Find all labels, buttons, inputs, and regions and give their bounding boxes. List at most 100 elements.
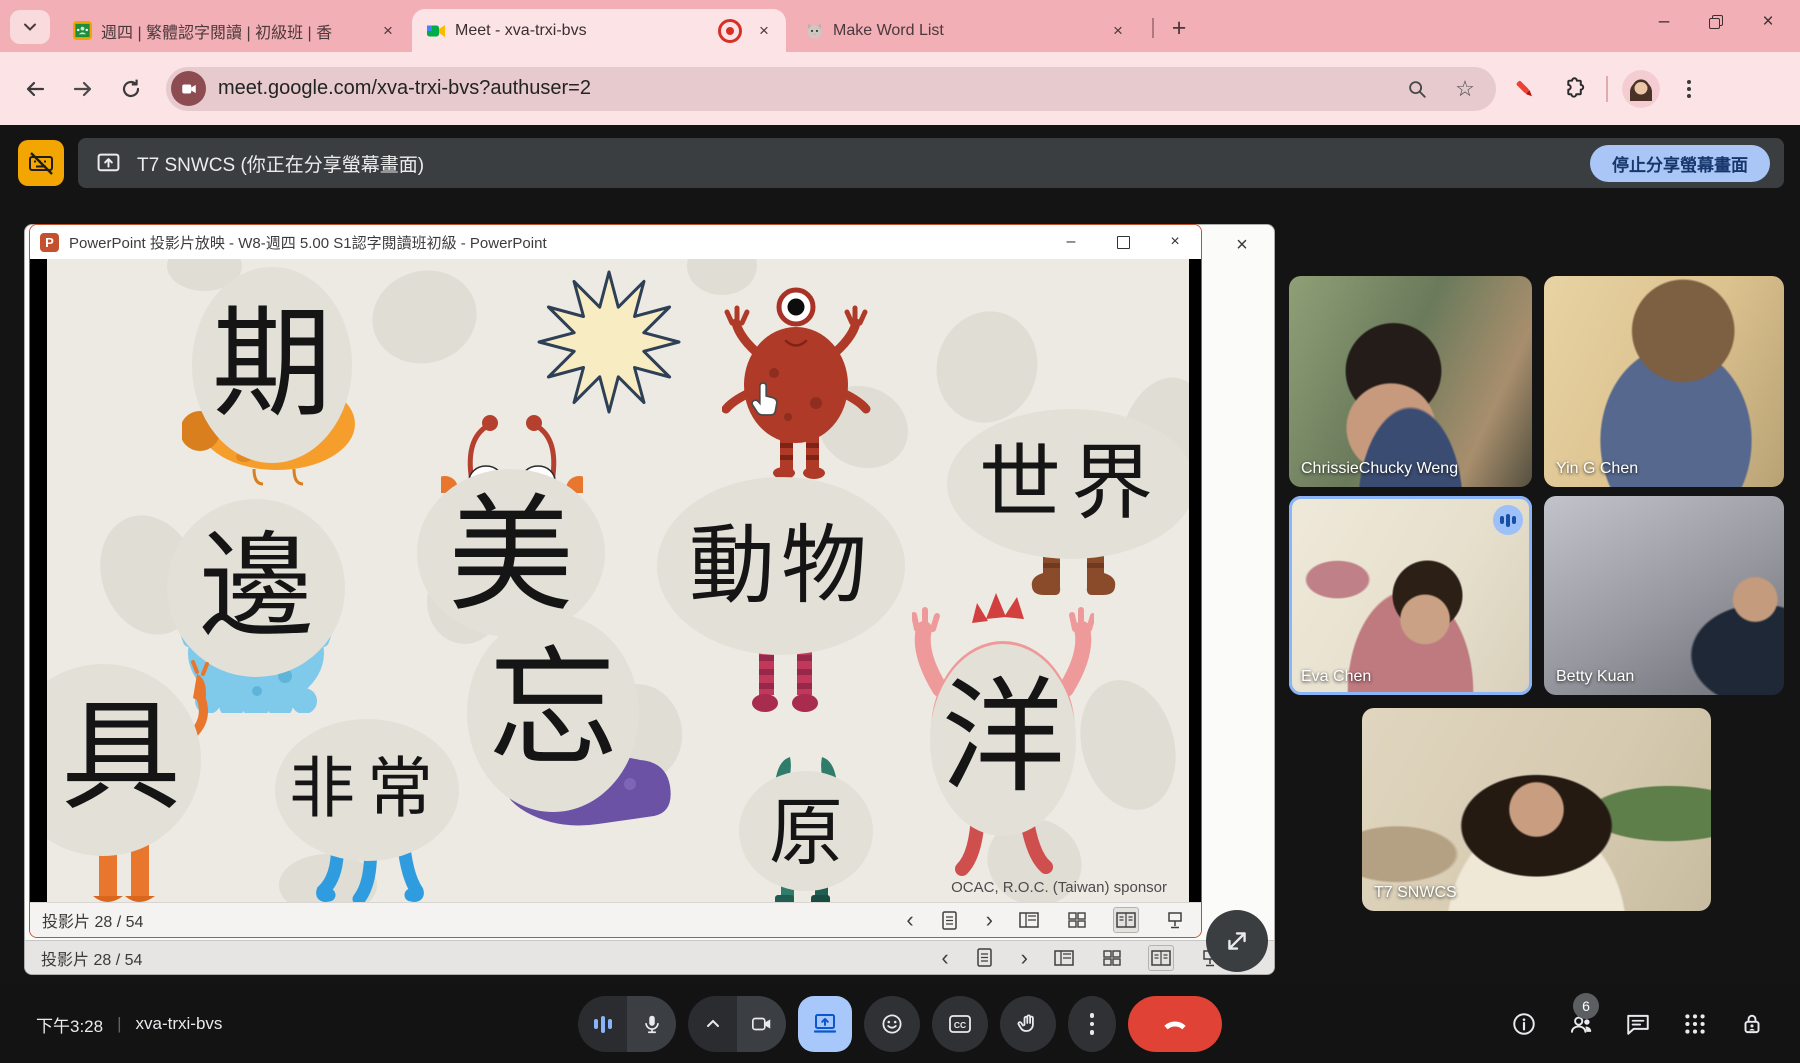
vocab-word: 邊 bbox=[167, 531, 345, 645]
tab-classroom[interactable]: 週四 | 繁體認字閱讀 | 初級班 | 香 × bbox=[58, 9, 410, 52]
reading-view-button[interactable] bbox=[1113, 907, 1139, 933]
slide-counter: 投影片 28 / 54 bbox=[41, 946, 142, 970]
camera-control[interactable] bbox=[688, 996, 786, 1052]
slide-sorter-view-button[interactable] bbox=[1065, 908, 1089, 932]
expand-button[interactable] bbox=[1206, 910, 1268, 972]
word-card-yuan: 原 bbox=[739, 755, 875, 904]
tab-wordlist[interactable]: Make Word List × bbox=[790, 9, 1140, 52]
host-controls-button[interactable] bbox=[1738, 1010, 1766, 1038]
meeting-panels: 6 bbox=[1510, 985, 1766, 1063]
tab-close-button[interactable]: × bbox=[752, 19, 776, 43]
participant-tile-chrissie[interactable]: ChrissieChucky Weng bbox=[1289, 276, 1532, 487]
url-bar[interactable]: meet.google.com/xva-trxi-bvs?authuser=2 … bbox=[166, 67, 1496, 111]
lock-person-icon bbox=[1739, 1011, 1765, 1037]
participants-button[interactable]: 6 bbox=[1567, 1010, 1595, 1038]
tab-title: Meet - xva-trxi-bvs bbox=[455, 22, 718, 40]
striped-legs-illustration bbox=[751, 645, 833, 715]
captions-button[interactable]: CC bbox=[932, 996, 988, 1052]
participant-name: T7 SNWCS bbox=[1374, 884, 1457, 902]
menu-page-icon[interactable] bbox=[973, 946, 997, 970]
more-options-button[interactable] bbox=[1068, 996, 1116, 1052]
microphone-icon[interactable] bbox=[627, 996, 676, 1052]
extensions-puzzle-icon[interactable] bbox=[1554, 70, 1592, 108]
cat-favicon-icon bbox=[804, 21, 824, 41]
stop-sharing-button[interactable]: 停止分享螢幕畫面 bbox=[1590, 145, 1770, 182]
browser-menu-button[interactable] bbox=[1670, 70, 1708, 108]
chevron-up-icon[interactable] bbox=[688, 996, 737, 1052]
red-monster-illustration bbox=[722, 285, 872, 481]
smiley-icon bbox=[880, 1012, 904, 1036]
tab-meet[interactable]: Meet - xva-trxi-bvs × bbox=[412, 9, 786, 52]
camera-icon[interactable] bbox=[737, 996, 786, 1052]
participant-name: Yin G Chen bbox=[1556, 460, 1638, 478]
ppt-close-button[interactable]: × bbox=[1149, 225, 1201, 259]
meet-control-bar: 下午3:28 | xva-trxi-bvs bbox=[0, 985, 1800, 1063]
word-card-ju: 具 bbox=[47, 644, 217, 904]
normal-view-button[interactable] bbox=[1052, 946, 1076, 970]
tab-close-button[interactable]: × bbox=[376, 19, 400, 43]
marker-extension-icon[interactable] bbox=[1506, 70, 1544, 108]
present-screen-button[interactable] bbox=[798, 996, 852, 1052]
tab-search-button[interactable] bbox=[10, 10, 50, 44]
previous-slide-button[interactable]: ‹ bbox=[941, 947, 948, 969]
share-banner-text: T7 SNWCS (你正在分享螢幕畫面) bbox=[137, 150, 424, 177]
tab-title: 週四 | 繁體認字閱讀 | 初級班 | 香 bbox=[101, 19, 376, 43]
ppt-minimize-button[interactable]: – bbox=[1045, 225, 1097, 259]
word-card-shijie: 世界 bbox=[947, 409, 1189, 609]
word-card-wang: 忘 bbox=[462, 614, 677, 836]
ppt-maximize-button[interactable] bbox=[1097, 225, 1149, 259]
reload-button[interactable] bbox=[112, 70, 150, 108]
vocab-word: 美 bbox=[417, 495, 605, 621]
activities-button[interactable] bbox=[1681, 1010, 1709, 1038]
captions-unavailable-badge[interactable] bbox=[18, 140, 64, 186]
participant-tile-yin[interactable]: Yin G Chen bbox=[1544, 276, 1784, 487]
word-card-dongwu: 動物 bbox=[657, 477, 907, 717]
participant-tile-t7[interactable]: T7 SNWCS bbox=[1362, 708, 1711, 911]
forward-button[interactable] bbox=[64, 70, 102, 108]
recording-indicator-icon bbox=[718, 19, 742, 43]
normal-view-button[interactable] bbox=[1017, 908, 1041, 932]
participant-tile-eva[interactable]: Eva Chen bbox=[1289, 496, 1532, 695]
previous-slide-button[interactable]: ‹ bbox=[906, 909, 913, 931]
keyboard-off-icon bbox=[27, 149, 55, 177]
browser-tab-bar: 週四 | 繁體認字閱讀 | 初級班 | 香 × Meet - xva-trxi-… bbox=[0, 0, 1800, 52]
tab-close-button[interactable]: × bbox=[1106, 19, 1130, 43]
slideshow-view-button[interactable] bbox=[1163, 908, 1187, 932]
more-vertical-icon bbox=[1090, 1013, 1095, 1035]
reactions-button[interactable] bbox=[864, 996, 920, 1052]
new-tab-button[interactable]: + bbox=[1162, 11, 1196, 45]
microphone-control[interactable] bbox=[578, 996, 676, 1052]
more-vertical-icon bbox=[1674, 80, 1704, 98]
powerpoint-window[interactable]: P PowerPoint 投影片放映 - W8-週四 5.00 S1認字閱讀班初… bbox=[29, 224, 1202, 938]
leave-call-button[interactable] bbox=[1128, 996, 1222, 1052]
next-slide-button[interactable]: › bbox=[986, 909, 993, 931]
tab-divider bbox=[1152, 18, 1154, 38]
window-restore-button[interactable] bbox=[1690, 0, 1742, 44]
slide: 期 bbox=[47, 259, 1189, 904]
meeting-details-button[interactable] bbox=[1510, 1010, 1538, 1038]
participant-tile-betty[interactable]: Betty Kuan bbox=[1544, 496, 1784, 695]
menu-page-icon[interactable] bbox=[938, 908, 962, 932]
back-window-statusbar: 投影片 28 / 54 ‹ › bbox=[25, 940, 1274, 974]
info-icon bbox=[1511, 1011, 1537, 1037]
slide-sorter-view-button[interactable] bbox=[1100, 946, 1124, 970]
profile-avatar[interactable] bbox=[1622, 70, 1660, 108]
raise-hand-button[interactable] bbox=[1000, 996, 1056, 1052]
participant-name: ChrissieChucky Weng bbox=[1301, 460, 1458, 478]
url-text[interactable]: meet.google.com/xva-trxi-bvs?authuser=2 bbox=[218, 77, 1384, 100]
back-window-close-button[interactable]: × bbox=[1228, 231, 1256, 259]
search-icon[interactable] bbox=[1402, 74, 1432, 104]
maximize-icon bbox=[1117, 236, 1130, 249]
window-minimize-button[interactable]: – bbox=[1638, 0, 1690, 44]
next-slide-button[interactable]: › bbox=[1021, 947, 1028, 969]
powerpoint-logo-icon: P bbox=[40, 233, 59, 252]
reading-view-button[interactable] bbox=[1148, 945, 1174, 971]
bookmark-star-icon[interactable]: ☆ bbox=[1450, 74, 1480, 104]
window-close-button[interactable]: × bbox=[1742, 0, 1794, 44]
divider: | bbox=[117, 1014, 121, 1034]
call-controls: CC bbox=[578, 996, 1222, 1052]
camera-permission-icon[interactable] bbox=[171, 71, 206, 106]
chat-button[interactable] bbox=[1624, 1010, 1652, 1038]
back-button[interactable] bbox=[16, 70, 54, 108]
vocab-word: 忘 bbox=[467, 646, 639, 776]
